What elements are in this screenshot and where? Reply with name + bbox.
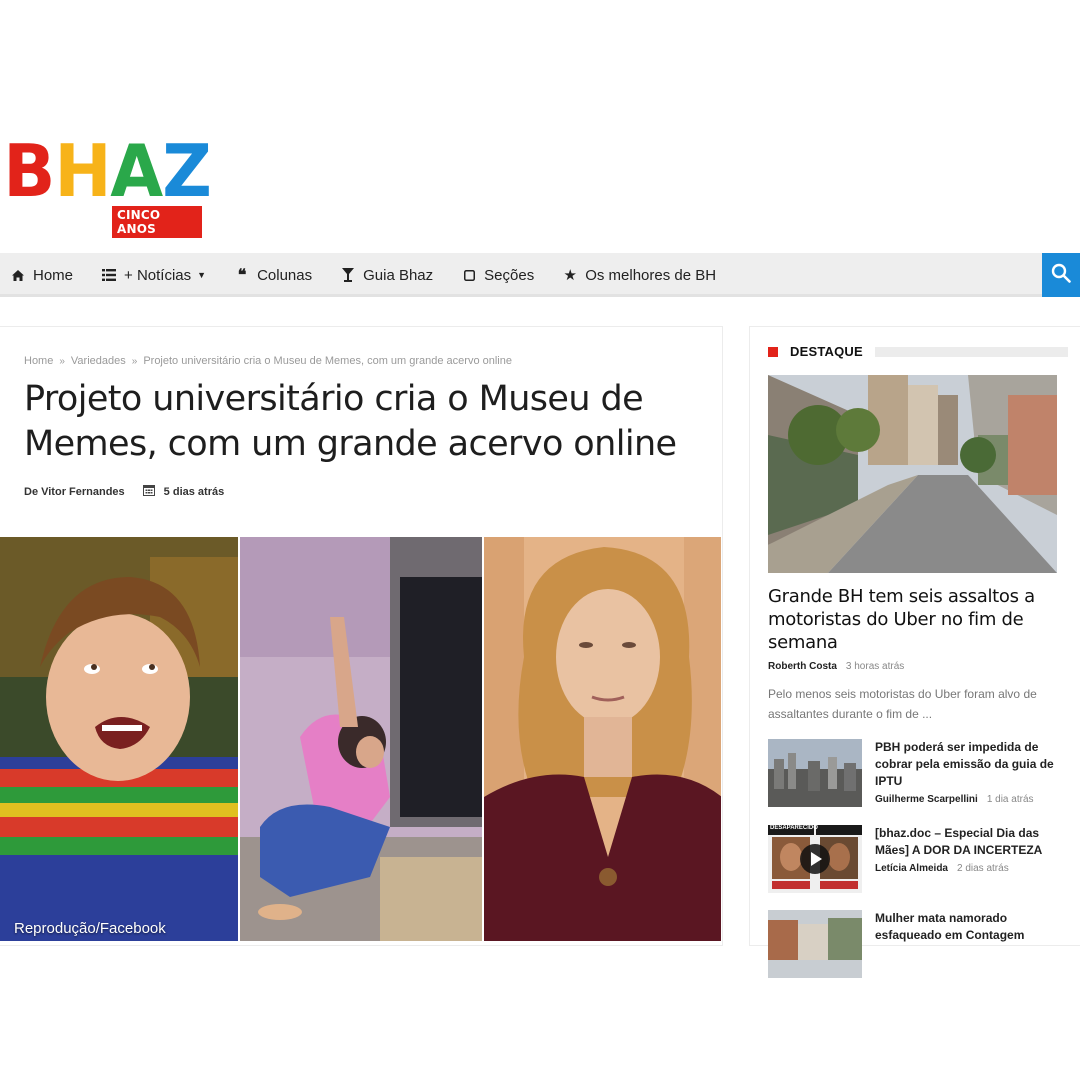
logo-letter-z: Z bbox=[162, 129, 212, 213]
list-icon bbox=[101, 269, 117, 281]
news-author[interactable]: Letícia Almeida bbox=[875, 863, 948, 874]
image-credit: Reprodução/Facebook bbox=[14, 920, 166, 937]
search-button[interactable] bbox=[1042, 253, 1080, 297]
main-navigation: Home + Notícias ▼ ❝ Colunas Guia Bhaz Se… bbox=[0, 253, 1080, 297]
nav-label-os-melhores: Os melhores de BH bbox=[585, 266, 717, 284]
logo-letter-b: B bbox=[3, 129, 55, 213]
featured-time: 3 horas atrás bbox=[845, 661, 905, 672]
sidebar-destaque: DESTAQUE Grande BH tem seis assaltos a m… bbox=[749, 326, 1080, 978]
nav-item-home[interactable]: Home bbox=[10, 267, 73, 284]
news-thumbnail[interactable] bbox=[768, 910, 862, 978]
logo-subtitle: CINCO ANOS bbox=[112, 206, 202, 238]
sidebar-heading-label: DESTAQUE bbox=[790, 344, 863, 359]
featured-image[interactable] bbox=[768, 375, 1057, 573]
site-logo[interactable]: B H A Z CINCO ANOS bbox=[2, 129, 212, 238]
article-hero-image: Reprodução/Facebook bbox=[0, 537, 721, 941]
logo-letter-a: A bbox=[110, 129, 163, 213]
calendar-icon bbox=[142, 484, 155, 499]
news-meta: Guilherme Scarpellini 1 dia atrás bbox=[875, 794, 1034, 805]
article-time: 5 dias atrás bbox=[163, 485, 225, 498]
nav-item-noticias[interactable]: + Notícias ▼ bbox=[101, 267, 206, 284]
news-meta: Letícia Almeida 2 dias atrás bbox=[875, 863, 1009, 874]
breadcrumb-variedades[interactable]: Variedades bbox=[71, 355, 126, 367]
heading-divider bbox=[874, 346, 1068, 357]
sidebar-news-item[interactable]: DESAPARECIDO [bhaz.doc – Especial Dia da… bbox=[768, 825, 1068, 895]
logo-letter-h: H bbox=[54, 129, 111, 213]
star-icon: ★ bbox=[563, 267, 577, 284]
chevron-right-icon: » bbox=[59, 355, 65, 367]
breadcrumb-home[interactable]: Home bbox=[24, 355, 53, 367]
meme-image-woman bbox=[483, 537, 721, 941]
nav-item-guia-bhaz[interactable]: Guia Bhaz bbox=[340, 267, 433, 284]
cocktail-icon bbox=[340, 268, 356, 282]
featured-excerpt: Pelo menos seis motoristas do Uber foram… bbox=[768, 687, 1037, 721]
breadcrumb: Home » Variedades » Projeto universitári… bbox=[24, 355, 512, 367]
news-thumbnail[interactable]: DESAPARECIDO bbox=[768, 825, 862, 893]
heading-marker bbox=[768, 346, 778, 357]
meme-image-girl bbox=[240, 537, 482, 941]
nav-label-home: Home bbox=[33, 266, 74, 284]
nav-label-secoes: Seções bbox=[484, 266, 535, 284]
nav-item-os-melhores[interactable]: ★ Os melhores de BH bbox=[562, 266, 717, 285]
news-time: 2 dias atrás bbox=[957, 863, 1009, 874]
news-title[interactable]: Mulher mata namorado esfaqueado em Conta… bbox=[875, 910, 1070, 944]
article-title: Projeto universitário cria o Museu de Me… bbox=[24, 379, 677, 464]
article-meta: De Vitor Fernandes 5 dias atrás bbox=[24, 484, 224, 499]
sidebar-news-item[interactable]: PBH poderá ser impedida de cobrar pela e… bbox=[768, 739, 1068, 809]
nav-item-secoes[interactable]: Seções bbox=[461, 267, 534, 284]
news-time: 1 dia atrás bbox=[986, 794, 1034, 805]
featured-title[interactable]: Grande BH tem seis assaltos a motoristas… bbox=[768, 585, 1058, 654]
nav-item-colunas[interactable]: ❝ Colunas bbox=[234, 265, 312, 285]
news-author[interactable]: Guilherme Scarpellini bbox=[875, 794, 978, 805]
sidebar-heading: DESTAQUE bbox=[768, 344, 1068, 359]
sidebar-news-item[interactable]: Mulher mata namorado esfaqueado em Conta… bbox=[768, 910, 1068, 980]
square-icon bbox=[461, 269, 477, 281]
news-thumbnail[interactable] bbox=[768, 739, 862, 807]
news-title[interactable]: PBH poderá ser impedida de cobrar pela e… bbox=[875, 739, 1070, 790]
chevron-right-icon: » bbox=[131, 355, 138, 367]
thumbnail-label: DESAPARECIDO bbox=[770, 825, 818, 831]
home-icon bbox=[10, 269, 26, 282]
meme-image-boy bbox=[0, 537, 239, 941]
quote-icon: ❝ bbox=[237, 267, 247, 284]
search-icon bbox=[1051, 263, 1071, 288]
nav-label-guia-bhaz: Guia Bhaz bbox=[363, 266, 434, 284]
logo-wordmark: B H A Z bbox=[2, 129, 211, 213]
featured-author[interactable]: Roberth Costa bbox=[768, 661, 837, 672]
news-title[interactable]: [bhaz.doc – Especial Dia das Mães] A DOR… bbox=[875, 825, 1070, 859]
article-author[interactable]: De Vitor Fernandes bbox=[24, 486, 125, 498]
featured-meta: Roberth Costa 3 horas atrás bbox=[768, 661, 904, 672]
breadcrumb-current: Projeto universitário cria o Museu de Me… bbox=[143, 355, 512, 367]
nav-label-noticias: + Notícias bbox=[124, 266, 192, 284]
caret-down-icon: ▼ bbox=[197, 270, 207, 280]
nav-label-colunas: Colunas bbox=[257, 266, 313, 284]
